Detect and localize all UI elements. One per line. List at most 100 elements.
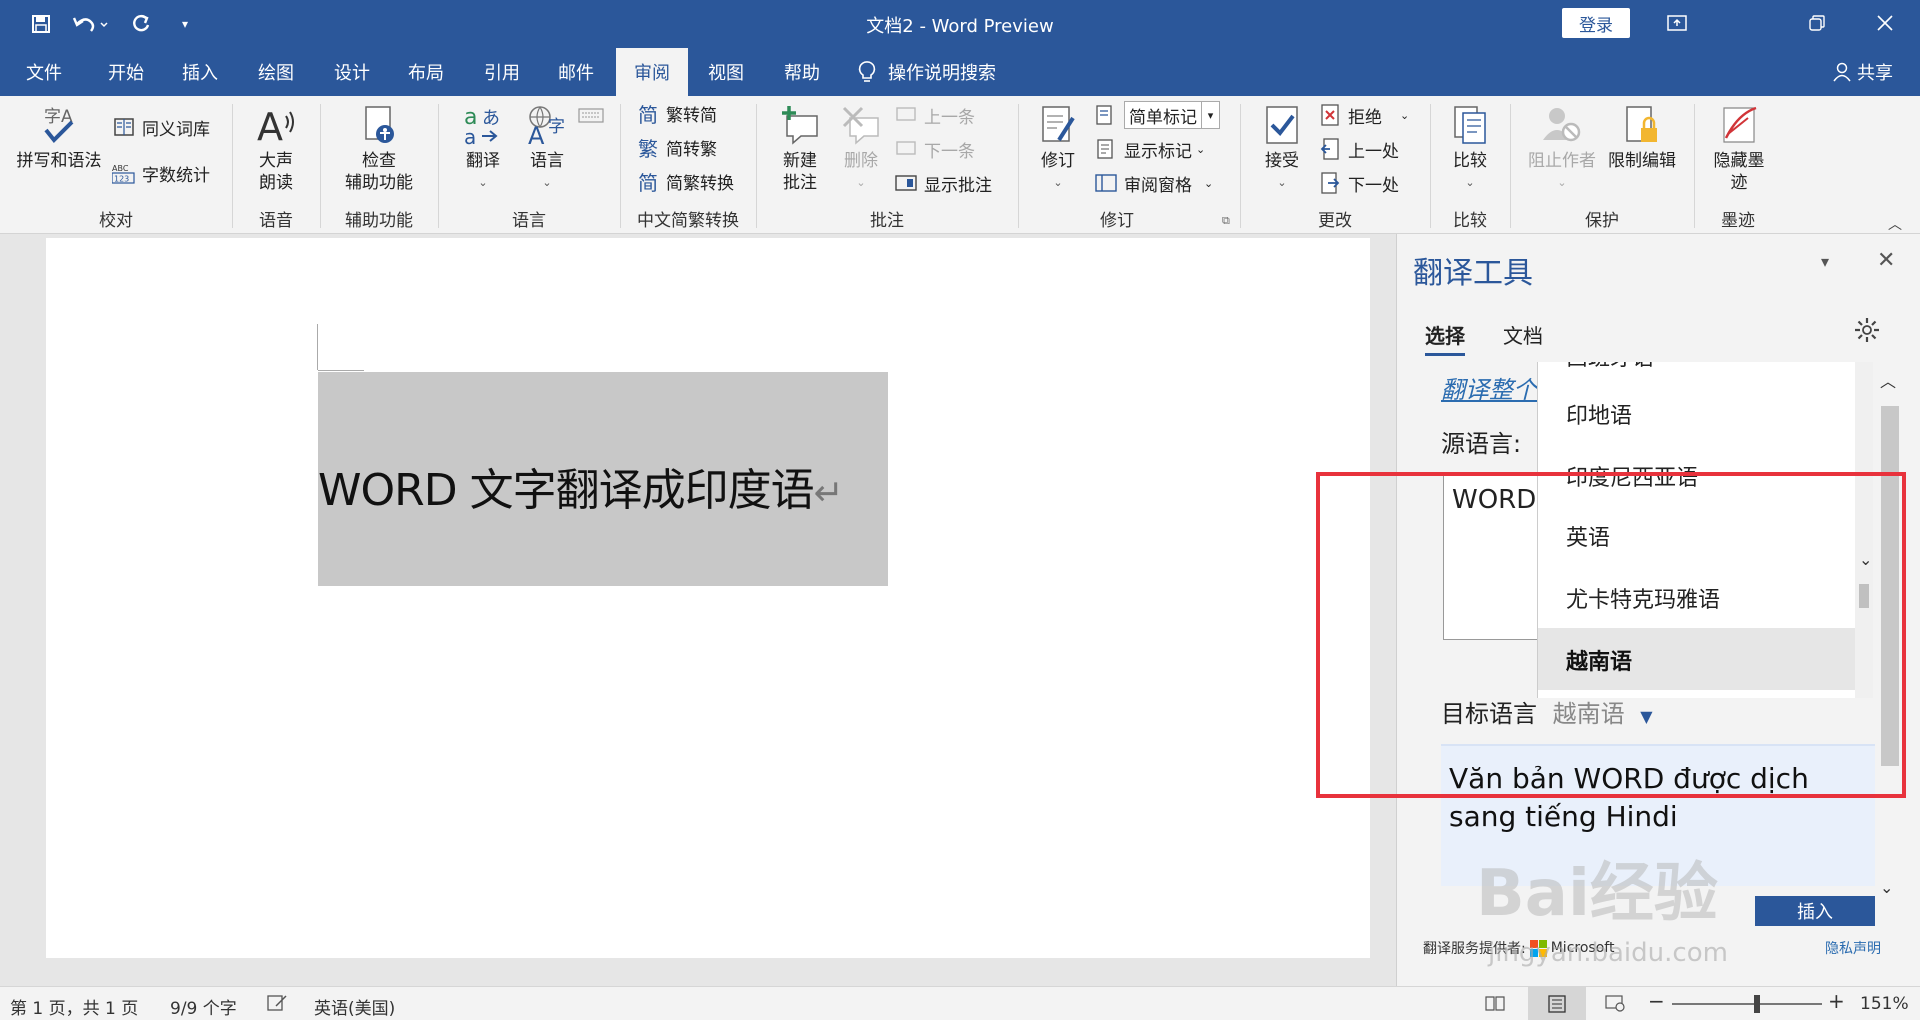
margin-corner-mark	[317, 324, 318, 370]
zoom-level[interactable]: 151%	[1860, 994, 1909, 1014]
pane-close-icon[interactable]: ✕	[1877, 248, 1895, 273]
keyboard-icon[interactable]	[578, 100, 604, 130]
delete-comment-icon	[840, 104, 882, 146]
dropdown-arrow-icon: ⌄	[1400, 108, 1410, 122]
zoom-out-icon[interactable]: −	[1648, 989, 1665, 1013]
show-markup-button[interactable]: 显示标记 ⌄	[1094, 134, 1205, 164]
ribbon-display-icon[interactable]	[1642, 0, 1712, 46]
tab-document-pane[interactable]: 文档	[1503, 320, 1543, 349]
svg-text:A: A	[257, 105, 283, 146]
login-button[interactable]: 登录	[1562, 8, 1630, 38]
tab-draw[interactable]: 绘图	[246, 48, 306, 96]
tell-me-search[interactable]: 操作说明搜索	[858, 48, 1018, 96]
tab-file[interactable]: 文件	[14, 48, 74, 96]
source-language-label: 源语言:	[1441, 430, 1522, 458]
trad-to-simp-icon: 简	[638, 102, 658, 127]
language-option[interactable]: 印地语	[1566, 398, 1632, 430]
collapse-ribbon-icon[interactable]: ︿	[1888, 214, 1902, 234]
thesaurus-button[interactable]: 同义词库	[112, 112, 210, 142]
restore-icon[interactable]	[1782, 0, 1852, 46]
document-page[interactable]: WORD 文字翻译成印度语↵	[46, 238, 1370, 958]
simp-trad-convert-button[interactable]: 简 简繁转换	[636, 166, 734, 196]
accept-button[interactable]: 接受 ⌄	[1254, 104, 1310, 194]
group-compare-label: 比较	[1453, 211, 1487, 231]
group-tracking-label: 修订	[1100, 211, 1134, 231]
zoom-slider-thumb[interactable]	[1754, 995, 1760, 1013]
tab-insert[interactable]: 插入	[170, 48, 230, 96]
next-change-button[interactable]: 下一处	[1318, 168, 1399, 198]
delete-comment-button[interactable]: 删除 ⌄	[832, 104, 890, 194]
hide-ink-button[interactable]: 隐藏墨 迹	[1700, 104, 1778, 194]
watermark-logo: Bai经验	[1476, 857, 1718, 931]
compare-button[interactable]: 比较 ⌄	[1442, 104, 1498, 194]
translate-button[interactable]: aあa 翻译 ⌄	[452, 104, 514, 194]
lightbulb-icon	[858, 61, 876, 83]
proofing-status-icon[interactable]	[266, 994, 288, 1017]
markup-select[interactable]: 简单标记 ▾	[1094, 100, 1220, 130]
read-mode-icon[interactable]	[1484, 994, 1506, 1017]
tab-references[interactable]: 引用	[472, 48, 532, 96]
web-layout-icon[interactable]	[1604, 994, 1626, 1017]
language-status[interactable]: 英语(美国)	[314, 994, 395, 1019]
read-aloud-button[interactable]: A 大声 朗读	[240, 104, 312, 194]
new-comment-button[interactable]: 新建 批注	[768, 104, 832, 194]
settings-gear-icon[interactable]	[1853, 316, 1881, 348]
tab-mailings[interactable]: 邮件	[546, 48, 606, 96]
dialog-launcher-icon[interactable]: ⧉	[1222, 214, 1230, 228]
chevron-down-icon: ▾	[1202, 101, 1220, 129]
track-changes-button[interactable]: 修订 ⌄	[1030, 104, 1086, 194]
scroll-down-icon[interactable]: ⌄	[1880, 878, 1893, 897]
simp-to-trad-button[interactable]: 繁 简转繁	[636, 132, 717, 162]
svg-text:A: A	[528, 122, 545, 146]
block-authors-button[interactable]: 阻止作者 ⌄	[1524, 104, 1600, 194]
tab-design[interactable]: 设计	[322, 48, 382, 96]
share-button[interactable]: 共享	[1818, 48, 1908, 96]
scroll-up-icon[interactable]: ︿	[1880, 368, 1896, 392]
page-count[interactable]: 第 1 页，共 1 页	[10, 994, 138, 1019]
check-accessibility-button[interactable]: 检查 辅助功能	[326, 104, 432, 194]
new-comment-icon	[779, 104, 821, 146]
tab-selection[interactable]: 选择	[1425, 320, 1465, 356]
spelling-grammar-button[interactable]: 字A 拼写和语法	[10, 104, 108, 172]
insert-button[interactable]: 插入	[1755, 896, 1875, 926]
previous-comment-icon	[894, 103, 918, 127]
dropdown-arrow-icon: ⌄	[1204, 176, 1214, 190]
word-count-button[interactable]: ABC 123 字数统计	[112, 158, 210, 188]
privacy-link[interactable]: 隐私声明	[1825, 938, 1881, 958]
previous-comment-button[interactable]: 上一条	[894, 100, 975, 130]
markup-value: 简单标记	[1124, 101, 1202, 129]
reviewing-pane-button[interactable]: 审阅窗格 ⌄	[1094, 168, 1213, 198]
zoom-slider[interactable]	[1672, 1003, 1822, 1005]
window-title: 文档2 - Word Preview	[866, 16, 1054, 37]
svg-text:字: 字	[548, 117, 565, 137]
highlight-annotation-box	[1316, 472, 1906, 798]
tab-review[interactable]: 审阅	[616, 48, 688, 96]
svg-text:あ: あ	[482, 108, 500, 129]
pane-options-icon[interactable]: ▾	[1821, 252, 1829, 271]
trad-to-simp-button[interactable]: 简 繁转简	[636, 98, 717, 128]
tab-help[interactable]: 帮助	[772, 48, 832, 96]
group-changes-label: 更改	[1318, 211, 1352, 231]
restrict-editing-button[interactable]: 限制编辑	[1602, 104, 1682, 172]
tab-home[interactable]: 开始	[96, 48, 156, 96]
svg-text:a: a	[464, 125, 476, 146]
close-icon[interactable]	[1850, 0, 1920, 46]
previous-change-button[interactable]: 上一处	[1318, 134, 1399, 164]
print-layout-icon[interactable]	[1528, 987, 1586, 1020]
next-comment-button[interactable]: 下一条	[894, 134, 975, 164]
reviewing-pane-icon	[1094, 171, 1118, 195]
document-paragraph[interactable]: WORD 文字翻译成印度语↵	[318, 454, 844, 518]
svg-text:ABC: ABC	[112, 164, 129, 173]
translate-all-link[interactable]: 翻译整个	[1441, 370, 1537, 405]
tab-view[interactable]: 视图	[696, 48, 756, 96]
tab-layout[interactable]: 布局	[396, 48, 456, 96]
markup-icon	[1094, 103, 1118, 127]
reject-button[interactable]: 拒绝 ⌄	[1318, 100, 1409, 130]
dropdown-arrow-icon: ⌄	[856, 176, 866, 189]
zoom-in-icon[interactable]: +	[1828, 989, 1845, 1013]
tell-me-label: 操作说明搜索	[888, 63, 996, 84]
show-comments-button[interactable]: 显示批注	[894, 168, 992, 198]
word-count[interactable]: 9/9 个字	[170, 994, 237, 1019]
language-button[interactable]: A字 语言 ⌄	[516, 104, 578, 194]
language-option[interactable]: 西班牙语	[1566, 362, 1654, 372]
